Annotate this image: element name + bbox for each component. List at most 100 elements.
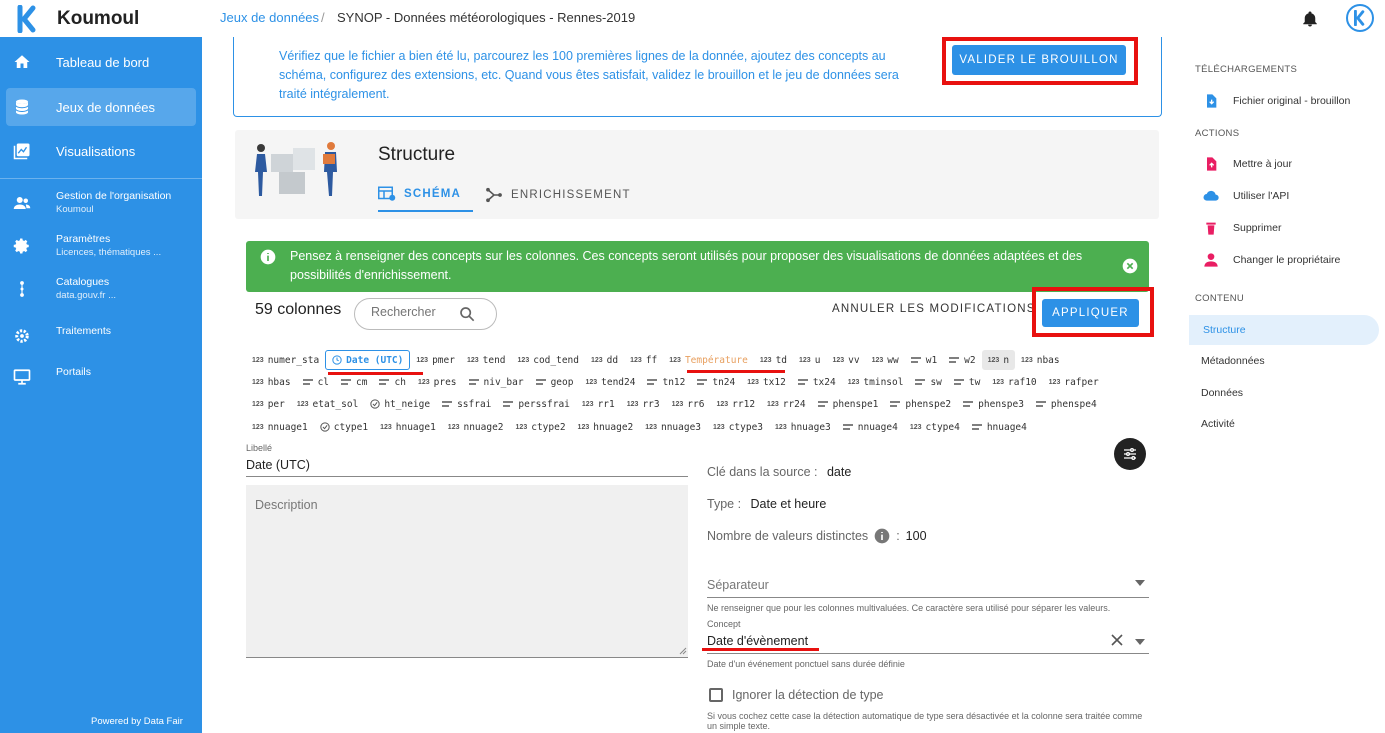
column-chip[interactable]: Date (UTC) [325,350,411,370]
action-delete[interactable]: Supprimer [1187,214,1385,242]
column-chip[interactable]: tx24 [792,372,842,392]
column-chip[interactable]: sw [909,372,947,392]
avatar[interactable] [1346,4,1374,32]
column-chip[interactable]: cl [297,372,335,392]
search-input[interactable] [371,305,461,319]
column-chip[interactable]: 123 n [981,350,1016,370]
column-chip[interactable]: perssfrai [497,394,575,414]
action-update[interactable]: Mettre à jour [1187,150,1385,178]
powered-by[interactable]: Powered by Data Fair [91,716,183,727]
action-change-owner[interactable]: Changer le propriétaire [1187,246,1385,274]
nav-item-dashboard[interactable]: Tableau de bord [6,43,196,81]
chevron-down-icon[interactable] [1135,638,1145,646]
column-chip[interactable]: 123 ff [624,350,663,370]
column-chip[interactable]: 123 ww [866,350,905,370]
nav-item-portails[interactable]: Portails [6,360,196,400]
ignore-type-checkbox[interactable] [709,688,723,702]
nav-item-traitements[interactable]: Traitements [6,319,196,359]
column-chip[interactable]: tn24 [691,372,741,392]
column-chip[interactable]: 123 dd [585,350,624,370]
column-chip[interactable]: 123 hnuage1 [374,417,442,437]
column-chip[interactable]: 123 tend24 [579,372,641,392]
column-chip[interactable]: 123 rr1 [576,394,621,414]
column-chip[interactable]: phenspe3 [957,394,1030,414]
column-chip[interactable]: hnuage4 [966,417,1033,437]
column-chip[interactable]: phenspe2 [884,394,957,414]
column-chip[interactable]: 123 raf10 [986,372,1042,392]
column-chip[interactable]: 123 nbas [1015,350,1066,370]
column-chip[interactable]: niv_bar [463,372,530,392]
description-textarea[interactable]: Description [246,485,688,658]
column-chip[interactable]: phenspe1 [812,394,885,414]
column-chip[interactable]: 123 rr3 [621,394,666,414]
content-metadata[interactable]: Métadonnées [1187,347,1385,375]
column-chip[interactable]: ctype1 [314,417,374,437]
column-chip[interactable]: 123 numer_sta [246,350,325,370]
tab-enrichissement[interactable]: ENRICHISSEMENT [485,178,631,212]
nav-item-catalogues[interactable]: Catalogues data.gouv.fr ... [6,272,196,312]
close-icon[interactable] [1122,258,1138,274]
search-icon[interactable] [459,306,475,322]
column-chip[interactable]: 123 tx12 [741,372,792,392]
nav-item-datasets[interactable]: Jeux de données [6,88,196,126]
column-chip[interactable]: w2 [943,350,981,370]
column-chip[interactable]: 123 pres [412,372,463,392]
nav-item-settings[interactable]: Paramètres Licences, thématiques ... [6,229,196,269]
clear-icon[interactable] [1111,634,1123,646]
koumoul-logo-icon[interactable] [17,4,39,33]
chevron-down-icon[interactable] [1135,579,1145,587]
content-data[interactable]: Données [1187,379,1385,407]
apply-button[interactable]: APPLIQUER [1042,299,1139,327]
column-chip[interactable]: 123 rafper [1043,372,1105,392]
validate-draft-button[interactable]: VALIDER LE BROUILLON [952,45,1126,75]
tab-schema[interactable]: SCHÉMA [378,178,473,212]
separator-select[interactable]: Séparateur [707,574,1149,598]
column-chip[interactable]: 123 hnuage2 [572,417,640,437]
content-structure[interactable]: Structure [1189,315,1379,345]
column-chip[interactable]: 123 Température [663,350,754,370]
ignore-type-label[interactable]: Ignorer la détection de type [732,688,884,702]
settings-toggle[interactable] [1114,438,1146,470]
app-name[interactable]: Koumoul [57,8,139,30]
content-activity[interactable]: Activité [1187,410,1385,438]
column-chip[interactable]: 123 rr12 [710,394,761,414]
bell-icon[interactable] [1301,9,1319,29]
column-chip[interactable]: 123 vv [826,350,865,370]
column-chip[interactable]: 123 nnuage2 [442,417,510,437]
column-chip[interactable]: 123 tend [461,350,512,370]
column-chip[interactable]: 123 hbas [246,372,297,392]
column-chip[interactable]: 123 rr24 [761,394,812,414]
search-box[interactable] [354,298,497,330]
column-chip[interactable]: nnuage4 [837,417,904,437]
column-chip[interactable]: 123 ctype4 [904,417,966,437]
column-chip[interactable]: 123 nnuage3 [639,417,707,437]
cancel-changes-button[interactable]: ANNULER LES MODIFICATIONS [832,303,1036,315]
column-chip[interactable]: tw [948,372,986,392]
info-icon[interactable] [874,528,890,544]
column-chip[interactable]: ht_neige [364,394,436,414]
download-original-draft[interactable]: Fichier original - brouillon [1187,87,1385,115]
resize-handle-icon[interactable] [679,647,687,655]
column-chip[interactable]: 123 tminsol [842,372,910,392]
action-api[interactable]: Utiliser l'API [1187,182,1385,210]
nav-item-visualisations[interactable]: Visualisations [6,132,196,170]
column-chip[interactable]: 123 td [754,350,793,370]
column-chip[interactable]: geop [530,372,580,392]
column-chip[interactable]: 123 cod_tend [512,350,585,370]
column-chip[interactable]: 123 u [793,350,826,370]
column-chip[interactable]: 123 hnuage3 [769,417,837,437]
column-chip[interactable]: 123 nnuage1 [246,417,314,437]
libelle-field[interactable]: Date (UTC) [246,454,688,477]
column-chip[interactable]: tn12 [641,372,691,392]
column-chip[interactable]: cm [335,372,373,392]
column-chip[interactable]: 123 ctype3 [707,417,769,437]
column-chip[interactable]: ssfrai [436,394,497,414]
column-chip[interactable]: 123 ctype2 [510,417,572,437]
column-chip[interactable]: 123 etat_sol [291,394,364,414]
column-chip[interactable]: w1 [905,350,943,370]
column-chip[interactable]: phenspe4 [1030,394,1103,414]
column-chip[interactable]: ch [373,372,411,392]
nav-item-organisation[interactable]: Gestion de l'organisation Koumoul [6,186,196,226]
column-chip[interactable]: 123 rr6 [666,394,711,414]
column-chip[interactable]: 123 per [246,394,291,414]
